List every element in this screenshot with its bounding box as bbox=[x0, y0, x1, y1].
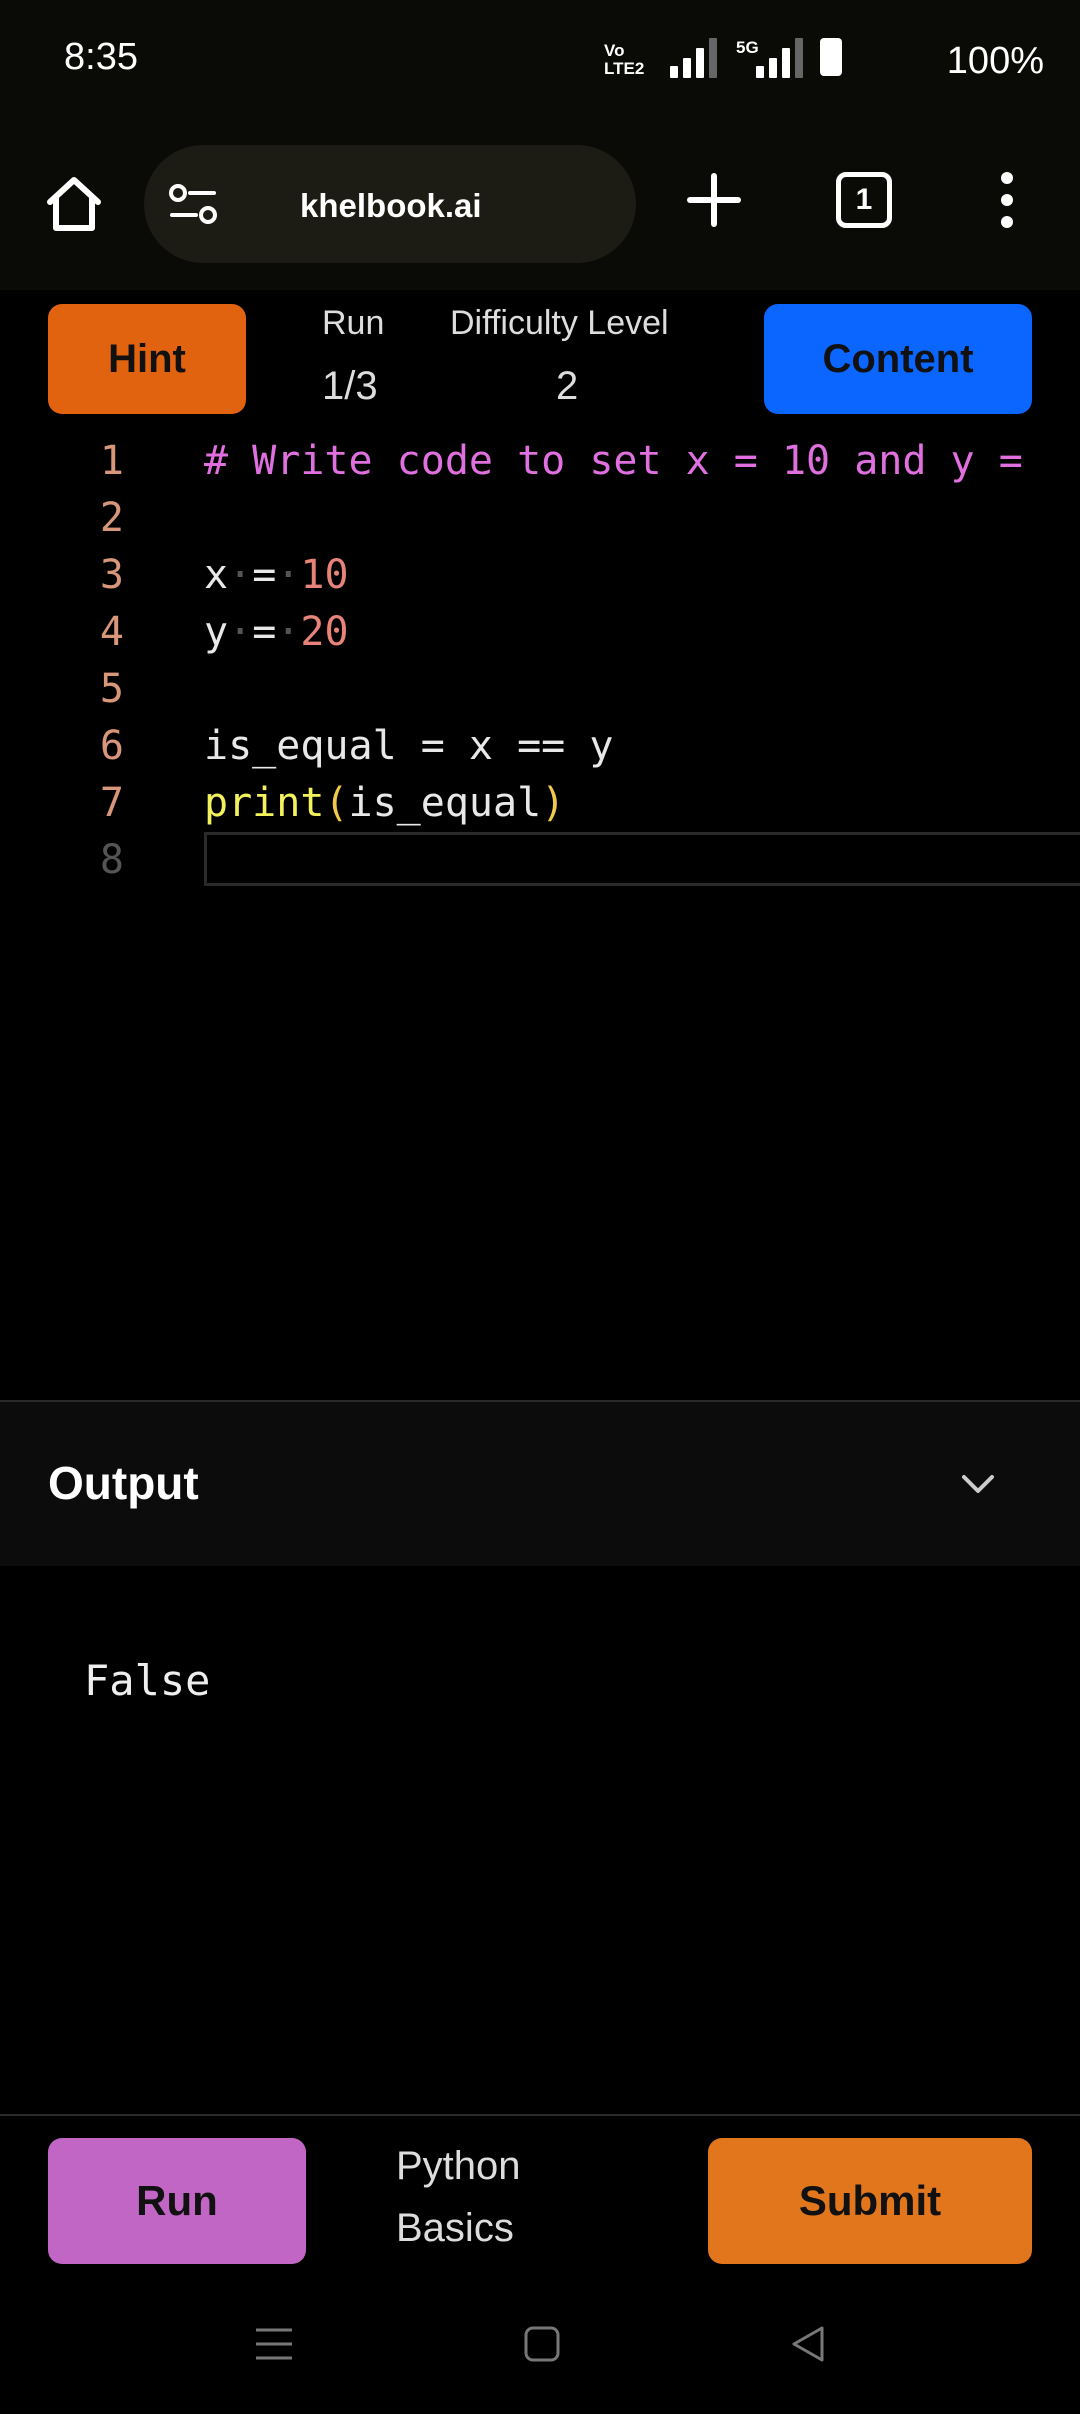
status-icons: Vo LTE2 5G 100% bbox=[604, 38, 1044, 84]
system-navigation-bar bbox=[0, 2274, 1080, 2414]
site-settings-icon[interactable] bbox=[168, 181, 218, 227]
run-counter-value: 1/3 bbox=[322, 364, 378, 408]
output-panel-header[interactable]: Output bbox=[0, 1400, 1080, 1568]
course-name-line-1: Python bbox=[396, 2144, 521, 2188]
code-token: is_equal bbox=[348, 780, 542, 826]
tab-switcher-button[interactable]: 1 bbox=[836, 172, 892, 228]
line-number: 7 bbox=[99, 780, 124, 826]
bottom-action-bar: Run Python Basics Submit bbox=[0, 2114, 1080, 2276]
content-button[interactable]: Content bbox=[764, 304, 1032, 414]
recent-apps-icon[interactable] bbox=[254, 2324, 294, 2364]
battery-icon bbox=[820, 38, 842, 76]
active-line-highlight[interactable] bbox=[204, 832, 1080, 886]
line-number: 5 bbox=[99, 666, 124, 712]
submit-button[interactable]: Submit bbox=[708, 2138, 1032, 2264]
new-tab-icon[interactable] bbox=[684, 170, 744, 230]
difficulty-value: 2 bbox=[556, 364, 579, 408]
line-number: 2 bbox=[99, 495, 124, 541]
hint-button[interactable]: Hint bbox=[48, 304, 246, 414]
code-line-4[interactable]: y·=·20 bbox=[204, 609, 349, 655]
code-editor[interactable]: 1 2 3 4 5 6 7 8 # Write code to set x = … bbox=[0, 430, 1080, 1400]
code-line-7[interactable]: print(is_equal) bbox=[204, 780, 565, 826]
code-token: y bbox=[204, 609, 229, 655]
home-icon[interactable] bbox=[42, 172, 106, 236]
run-button[interactable]: Run bbox=[48, 2138, 306, 2264]
signal-icon-1 bbox=[670, 38, 720, 78]
code-line-6[interactable]: is_equal = x == y bbox=[204, 723, 613, 769]
volte-label: Vo LTE2 bbox=[604, 41, 645, 78]
difficulty-label: Difficulty Level bbox=[450, 304, 669, 342]
status-bar: 8:35 Vo LTE2 5G 100% bbox=[0, 0, 1080, 130]
exercise-toolbar: Hint Run 1/3 Difficulty Level 2 Content bbox=[0, 290, 1080, 432]
chevron-down-icon[interactable] bbox=[958, 1464, 998, 1504]
line-number: 1 bbox=[99, 438, 124, 484]
code-line-3[interactable]: x·=·10 bbox=[204, 552, 349, 598]
code-token: 10 bbox=[300, 552, 349, 598]
browser-toolbar: khelbook.ai 1 bbox=[0, 130, 1080, 292]
address-bar[interactable]: khelbook.ai bbox=[144, 145, 636, 263]
more-options-icon[interactable] bbox=[992, 170, 1022, 230]
back-icon[interactable] bbox=[788, 2324, 828, 2364]
code-line-1-comment[interactable]: # Write code to set x = 10 and y = bbox=[204, 438, 1023, 484]
code-token: x bbox=[204, 552, 229, 598]
line-number: 4 bbox=[99, 609, 124, 655]
output-text: False bbox=[84, 1656, 211, 1705]
signal-icon-2 bbox=[756, 38, 806, 78]
home-nav-icon[interactable] bbox=[522, 2324, 562, 2364]
code-token: print bbox=[204, 780, 325, 826]
output-console: False bbox=[0, 1566, 1080, 2114]
line-number: 3 bbox=[99, 552, 124, 598]
output-title: Output bbox=[48, 1457, 199, 1509]
line-number: 6 bbox=[99, 723, 124, 769]
url-text: khelbook.ai bbox=[300, 187, 482, 224]
battery-percentage: 100% bbox=[946, 40, 1044, 82]
line-number: 8 bbox=[99, 837, 124, 883]
run-counter-label: Run bbox=[322, 304, 385, 342]
clock: 8:35 bbox=[64, 36, 138, 78]
course-name-line-2: Basics bbox=[396, 2206, 514, 2250]
code-token: 20 bbox=[300, 609, 349, 655]
